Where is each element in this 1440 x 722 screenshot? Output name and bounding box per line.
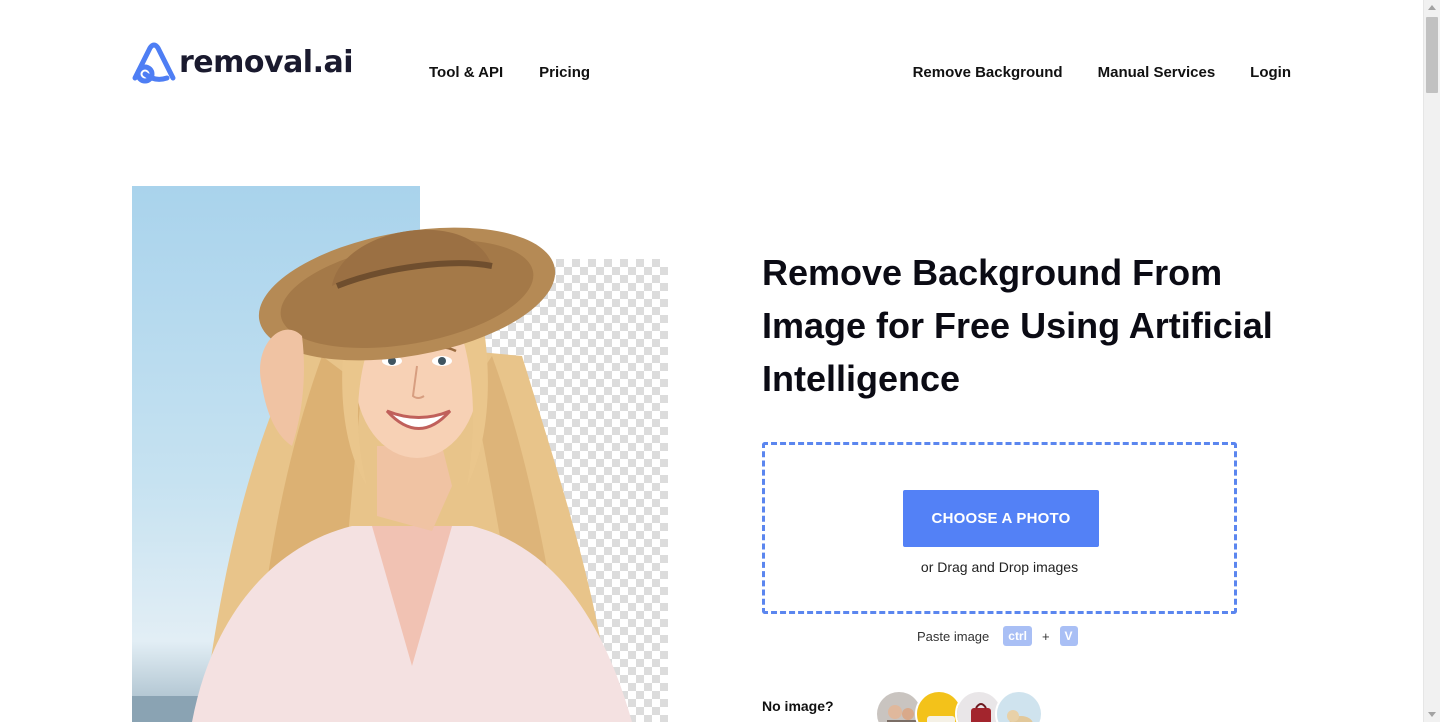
scroll-up-icon[interactable]	[1428, 5, 1436, 10]
ctrl-key-badge: ctrl	[1003, 626, 1032, 646]
upload-dropzone[interactable]: CHOOSE A PHOTO or Drag and Drop images	[762, 442, 1237, 614]
paste-shortcut-hint: Paste image ctrl + V	[917, 626, 1078, 646]
nav-tool-api-link[interactable]: Tool & API	[429, 64, 503, 82]
primary-nav: Tool & API Pricing	[429, 64, 590, 82]
site-header: removal.ai Tool & API Pricing Remove Bac…	[0, 0, 1423, 150]
secondary-nav: Remove Background Manual Services Login	[913, 64, 1291, 82]
no-image-label: No image?	[762, 698, 834, 714]
paste-label: Paste image	[917, 628, 990, 644]
removal-logo-icon	[132, 42, 176, 84]
plus-sign: +	[1041, 628, 1050, 644]
logo[interactable]: removal.ai	[131, 42, 354, 84]
woman-with-hat-image	[132, 227, 632, 722]
nav-remove-background-link[interactable]: Remove Background	[913, 64, 1063, 82]
dog-sample-icon[interactable]	[995, 690, 1043, 722]
hero-headline: Remove Background From Image for Free Us…	[762, 252, 1273, 399]
logo-text: removal.ai	[179, 45, 354, 80]
nav-pricing-link[interactable]: Pricing	[539, 64, 590, 82]
nav-login-link[interactable]: Login	[1250, 64, 1291, 82]
drag-drop-hint: or Drag and Drop images	[920, 559, 1079, 575]
sample-images	[875, 690, 1043, 722]
scroll-down-icon[interactable]	[1428, 712, 1436, 717]
nav-manual-services-link[interactable]: Manual Services	[1098, 64, 1216, 82]
hero-image	[132, 186, 672, 722]
choose-photo-button[interactable]: CHOOSE A PHOTO	[903, 490, 1099, 547]
v-key-badge: V	[1059, 626, 1078, 646]
scrollbar-thumb[interactable]	[1426, 17, 1438, 93]
page-scrollbar[interactable]	[1423, 0, 1440, 722]
